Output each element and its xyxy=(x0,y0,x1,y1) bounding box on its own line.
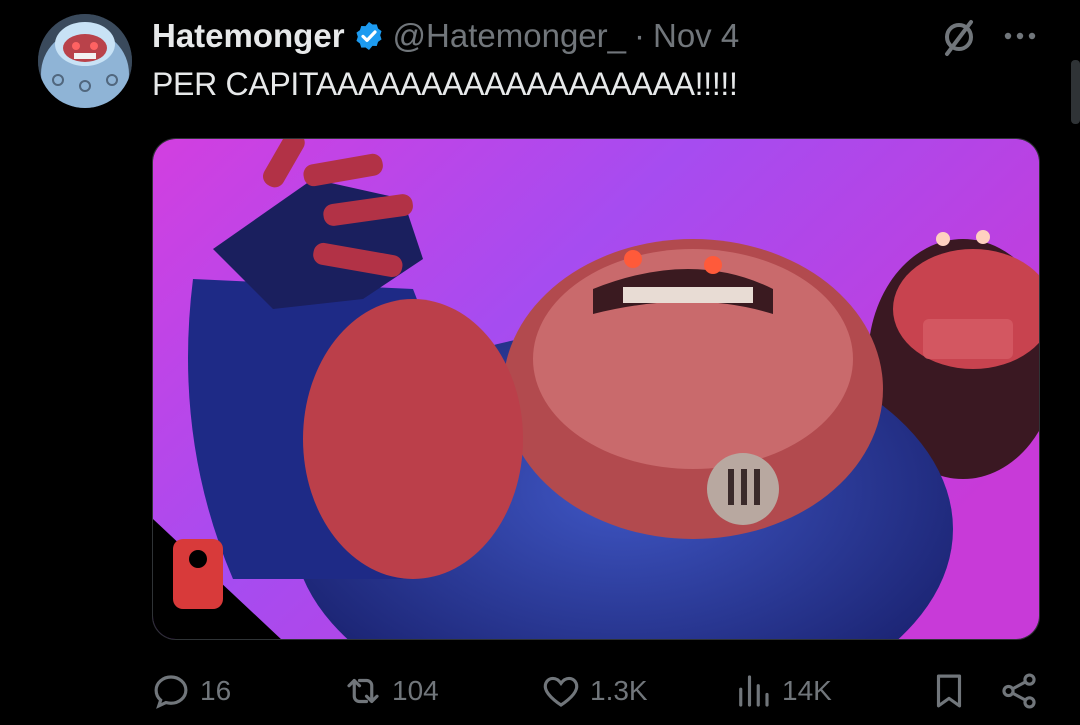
bookmark-button[interactable] xyxy=(928,666,970,716)
author-avatar[interactable] xyxy=(38,14,132,108)
tweet-header: Hatemonger @Hatemonger_ · Nov 4 xyxy=(152,14,739,58)
views-icon xyxy=(739,675,769,707)
scrollbar-thumb[interactable] xyxy=(1071,60,1080,124)
like-count: 1.3K xyxy=(590,675,648,706)
repost-count: 104 xyxy=(392,675,439,706)
reply-button[interactable]: 16 xyxy=(150,666,231,716)
share-button[interactable] xyxy=(998,666,1040,716)
author-handle[interactable]: @Hatemonger_ xyxy=(393,17,626,55)
reply-count: 16 xyxy=(200,675,232,706)
reply-icon xyxy=(154,675,188,709)
tweet-date[interactable]: Nov 4 xyxy=(653,17,739,55)
verified-badge-icon xyxy=(356,22,382,50)
tweet-media-image[interactable] xyxy=(152,138,1040,640)
views-count: 14K xyxy=(782,675,832,706)
share-icon xyxy=(1002,673,1036,709)
like-icon xyxy=(543,676,579,707)
repost-icon xyxy=(347,678,379,704)
like-button[interactable]: 1.3K xyxy=(540,666,648,716)
bookmark-icon xyxy=(936,674,962,708)
repost-button[interactable]: 104 xyxy=(342,666,439,716)
tweet-text: PER CAPITAAAAAAAAAAAAAAAAAA!!!!! xyxy=(152,66,738,102)
tweet-actions: 16 104 1.3K 14K xyxy=(150,666,1040,716)
views-button[interactable]: 14K xyxy=(732,666,832,716)
separator-dot: · xyxy=(634,17,645,54)
author-name[interactable]: Hatemonger xyxy=(152,17,345,55)
grok-icon[interactable] xyxy=(938,16,980,58)
more-icon[interactable] xyxy=(1000,20,1040,52)
